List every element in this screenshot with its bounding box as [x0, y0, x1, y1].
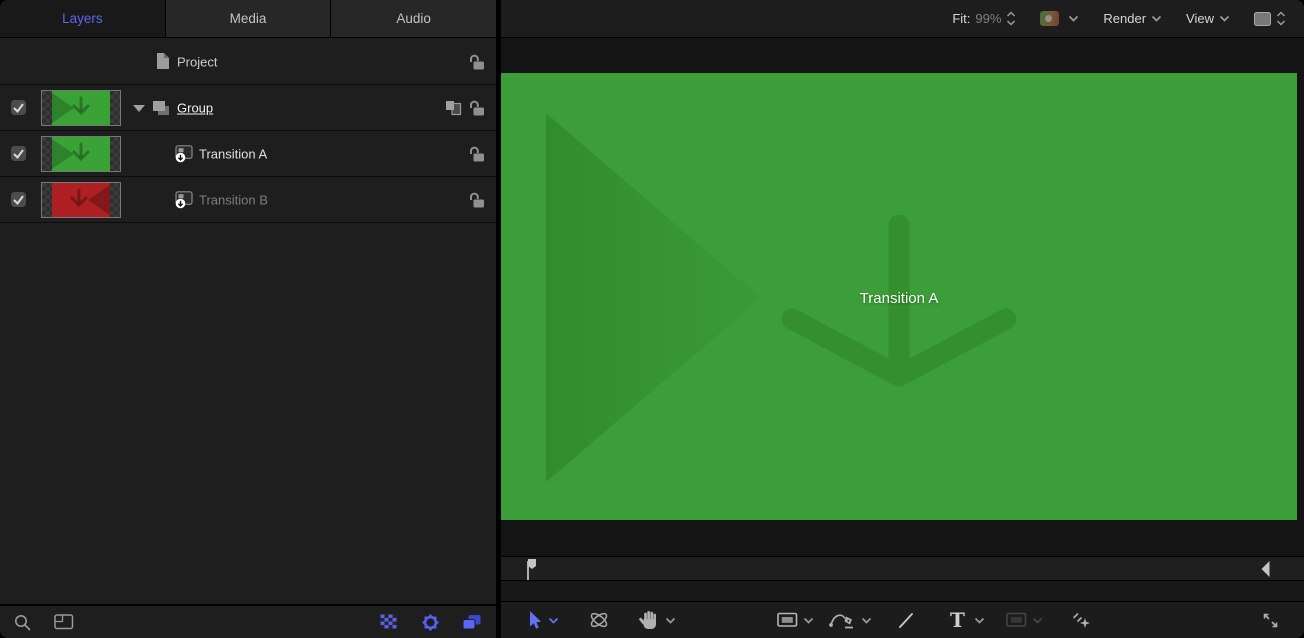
color-swatch-icon	[1040, 11, 1059, 26]
expand-control[interactable]	[1261, 602, 1280, 638]
layer-thumbnail[interactable]	[41, 90, 121, 126]
chevron-down-icon	[1032, 617, 1043, 624]
stepper-icon[interactable]	[1006, 10, 1016, 27]
visibility-checkbox[interactable]	[11, 146, 26, 161]
chevron-down-icon	[803, 617, 814, 624]
layers-panel-footer	[0, 604, 496, 638]
adjust-glyph-tool[interactable]	[1071, 602, 1091, 638]
checkmark-icon	[12, 193, 25, 206]
rectangle-tool-menu[interactable]	[803, 602, 814, 638]
zoom-control[interactable]: Fit: 99%	[952, 10, 1016, 27]
pan-tool-icon	[639, 610, 659, 630]
render-label: Render	[1103, 11, 1146, 26]
display-layout-icon	[1254, 12, 1271, 26]
tab-media[interactable]: Media	[166, 0, 332, 37]
shape-tool-disabled-menu	[1032, 602, 1043, 638]
rectangle-tool[interactable]	[777, 602, 798, 638]
visibility-checkbox[interactable]	[11, 100, 26, 115]
adjust-glyph-tool-icon	[1071, 611, 1091, 630]
layer-row-transition-b[interactable]: Transition B	[0, 177, 496, 223]
search-icon[interactable]	[14, 614, 33, 638]
bezier-tool-menu[interactable]	[861, 602, 872, 638]
disclosure-triangle-icon[interactable]	[133, 105, 145, 112]
row-label[interactable]: Transition B	[199, 192, 268, 207]
timeline-scrubber[interactable]	[501, 556, 1304, 581]
row-label[interactable]: Transition A	[199, 146, 267, 161]
checkmark-icon	[12, 101, 25, 114]
canvas-topbar: Fit: 99% Render View	[501, 0, 1304, 38]
rasterization-icon[interactable]	[445, 100, 462, 121]
layers-list: Project Group	[0, 39, 496, 604]
stepper-icon	[1276, 10, 1286, 27]
view-label: View	[1186, 11, 1214, 26]
select-tool-menu[interactable]	[548, 602, 559, 638]
bezier-tool-icon	[828, 611, 856, 630]
zoom-value[interactable]: 99%	[975, 11, 1001, 26]
tab-audio[interactable]: Audio	[331, 0, 496, 37]
visibility-checkbox[interactable]	[11, 192, 26, 207]
panel-tabbar: Layers Media Audio	[0, 0, 496, 38]
text-tool[interactable]: T	[950, 602, 965, 638]
checkmark-icon	[12, 147, 25, 160]
canvas-overlay-text: Transition A	[501, 290, 1297, 307]
fit-label: Fit:	[952, 11, 970, 26]
display-layout-control[interactable]	[1254, 10, 1286, 27]
thumbnail-display-icon[interactable]	[54, 614, 74, 635]
chevron-down-icon	[1219, 15, 1230, 22]
checkerboard-icon[interactable]	[380, 614, 397, 634]
layers-stack-icon[interactable]	[462, 614, 482, 636]
channels-control[interactable]	[1040, 11, 1079, 26]
chevron-down-icon	[861, 617, 872, 624]
pan-tool-menu[interactable]	[665, 602, 676, 638]
play-range-in-marker[interactable]	[525, 558, 538, 581]
select-tool[interactable]	[526, 602, 542, 638]
chevron-down-icon	[1068, 15, 1079, 22]
canvas-area: Fit: 99% Render View	[501, 0, 1304, 638]
chevron-down-icon	[974, 617, 985, 624]
layer-row-group[interactable]: Group	[0, 85, 496, 131]
unlock-icon[interactable]	[467, 191, 485, 213]
drop-zone-icon	[175, 191, 194, 215]
layers-panel: Layers Media Audio Project	[0, 0, 496, 638]
rectangle-tool-icon	[777, 612, 798, 628]
unlock-icon[interactable]	[467, 99, 485, 121]
layer-thumbnail[interactable]	[41, 182, 121, 218]
layer-row-project[interactable]: Project	[0, 39, 496, 85]
text-tool-icon: T	[950, 610, 965, 630]
bezier-tool[interactable]	[828, 602, 856, 638]
document-icon	[156, 53, 170, 75]
canvas-viewport[interactable]: Transition A	[501, 73, 1297, 520]
orbit-3d-tool[interactable]	[587, 602, 611, 638]
text-tool-menu[interactable]	[974, 602, 985, 638]
play-range-out-marker[interactable]	[1261, 561, 1270, 578]
chevron-down-icon	[548, 617, 559, 624]
view-menu[interactable]: View	[1186, 11, 1230, 26]
line-tool-icon	[898, 612, 915, 629]
tab-layers[interactable]: Layers	[0, 0, 166, 37]
canvas-toolbar: T	[501, 601, 1304, 638]
pan-tool[interactable]	[639, 602, 659, 638]
timeline-band	[501, 581, 1304, 601]
orbit-3d-tool-icon	[587, 610, 611, 630]
layer-thumbnail[interactable]	[41, 136, 121, 172]
shape-tool-disabled	[1006, 602, 1027, 638]
gear-icon[interactable]	[421, 613, 440, 637]
unlock-icon[interactable]	[467, 145, 485, 167]
render-menu[interactable]: Render	[1103, 11, 1162, 26]
shape-tool-disabled-icon	[1006, 612, 1027, 628]
chevron-down-icon	[665, 617, 676, 624]
drop-zone-icon	[175, 145, 194, 169]
row-label[interactable]: Project	[177, 54, 217, 69]
select-tool-icon	[526, 610, 542, 630]
expand-icon	[1261, 611, 1280, 630]
layer-row-transition-a[interactable]: Transition A	[0, 131, 496, 177]
line-tool[interactable]	[898, 602, 915, 638]
group-icon	[152, 100, 171, 122]
chevron-down-icon	[1151, 15, 1162, 22]
row-label[interactable]: Group	[177, 100, 213, 115]
motion-window: Layers Media Audio Project	[0, 0, 1304, 638]
unlock-icon[interactable]	[467, 53, 485, 75]
